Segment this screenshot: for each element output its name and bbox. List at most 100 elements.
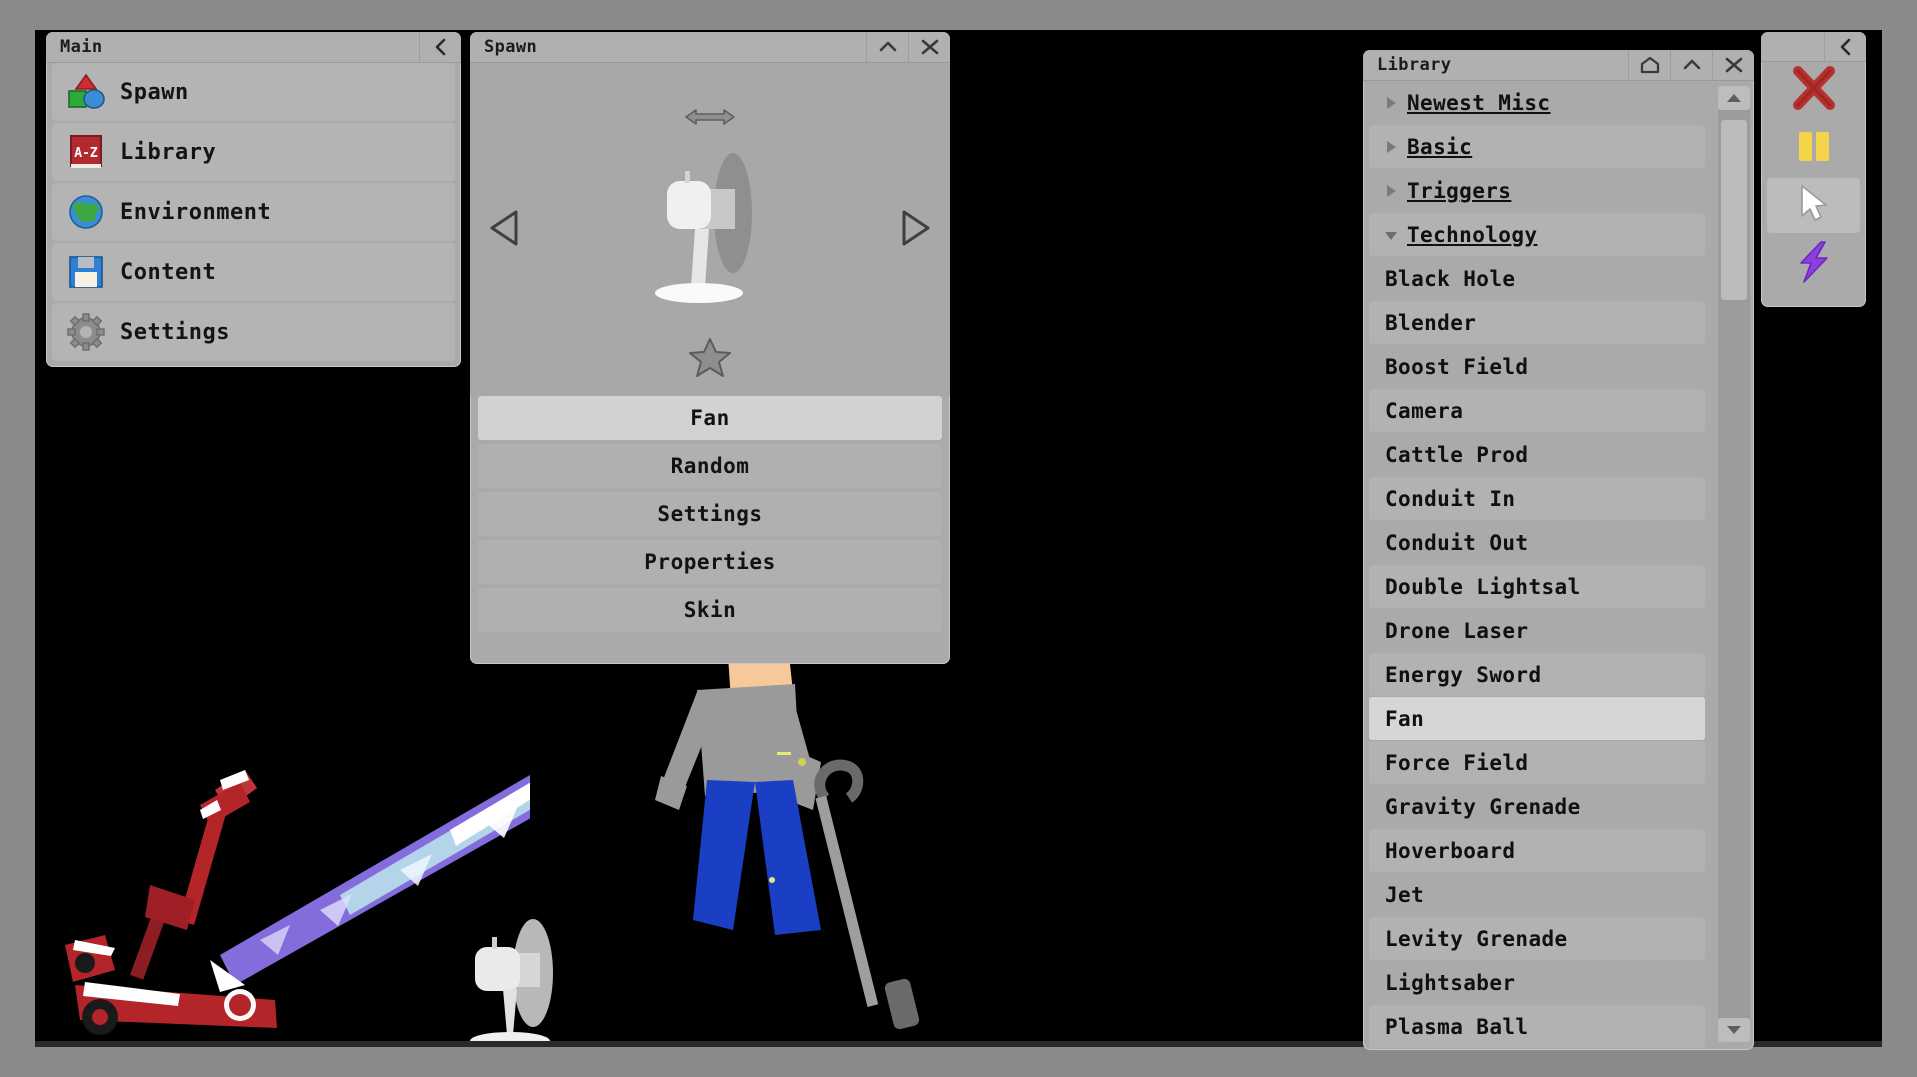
library-panel: Library Newest Misc Basic Triggers Techn… bbox=[1363, 50, 1754, 1050]
close-icon[interactable] bbox=[1712, 50, 1754, 80]
tool-panel-titlebar[interactable] bbox=[1761, 32, 1866, 62]
close-icon[interactable] bbox=[908, 32, 950, 62]
scroll-up-arrow-icon[interactable] bbox=[1718, 86, 1750, 110]
library-row-label: Triggers bbox=[1407, 178, 1512, 203]
chevron-up-icon[interactable] bbox=[866, 32, 908, 62]
library-panel-titlebar[interactable]: Library bbox=[1363, 50, 1754, 81]
svg-text:A-Z: A-Z bbox=[74, 146, 98, 161]
chevron-left-icon[interactable] bbox=[1824, 32, 1866, 61]
library-scrollbar[interactable] bbox=[1718, 86, 1750, 1042]
library-item-conduit-out[interactable]: Conduit Out bbox=[1369, 521, 1705, 564]
sidebar-item-settings[interactable]: Settings bbox=[52, 303, 455, 361]
library-item-energy-sword[interactable]: Energy Sword bbox=[1369, 653, 1705, 696]
library-category-basic[interactable]: Basic bbox=[1369, 125, 1705, 168]
spawn-button-skin[interactable]: Skin bbox=[478, 588, 942, 632]
spawn-preview-model bbox=[655, 153, 752, 304]
lightning-tool-button[interactable] bbox=[1767, 236, 1860, 291]
sidebar-item-library[interactable]: A-Z Library bbox=[52, 123, 455, 181]
library-item-hoverboard[interactable]: Hoverboard bbox=[1369, 829, 1705, 872]
library-item-jet[interactable]: Jet bbox=[1369, 873, 1705, 916]
pause-tool-button[interactable] bbox=[1767, 120, 1860, 175]
library-list[interactable]: Newest Misc Basic Triggers Technology Bl… bbox=[1363, 81, 1711, 1050]
library-row-label: Drone Laser bbox=[1385, 618, 1529, 643]
library-row-label: Conduit Out bbox=[1385, 530, 1529, 555]
library-row-label: Energy Sword bbox=[1385, 662, 1542, 687]
ragdoll-character bbox=[655, 636, 821, 935]
sidebar-item-label: Spawn bbox=[120, 79, 189, 105]
main-panel-title: Main bbox=[60, 37, 103, 57]
library-row-label: Black Hole bbox=[1385, 266, 1516, 291]
library-category-triggers[interactable]: Triggers bbox=[1369, 169, 1705, 212]
chevron-left-icon[interactable] bbox=[419, 32, 461, 62]
cattle-prod-tool bbox=[814, 759, 920, 1030]
library-item-black-hole[interactable]: Black Hole bbox=[1369, 257, 1705, 300]
triangle-down-icon bbox=[1375, 227, 1407, 243]
white-cursor-icon bbox=[1793, 182, 1835, 230]
shapes-icon bbox=[52, 73, 120, 111]
sidebar-item-label: Environment bbox=[120, 199, 272, 225]
triangle-left-icon[interactable] bbox=[488, 208, 522, 252]
red-scooter bbox=[65, 770, 277, 1035]
library-item-cattle-prod[interactable]: Cattle Prod bbox=[1369, 433, 1705, 476]
library-item-plasma-ball[interactable]: Plasma Ball bbox=[1369, 1005, 1705, 1048]
library-item-lightsaber[interactable]: Lightsaber bbox=[1369, 961, 1705, 1004]
library-item-gravity-grenade[interactable]: Gravity Grenade bbox=[1369, 785, 1705, 828]
library-row-label: Jet bbox=[1385, 882, 1425, 907]
scrollbar-thumb[interactable] bbox=[1721, 120, 1747, 300]
chevron-up-icon[interactable] bbox=[1670, 50, 1712, 80]
spawn-button-label: Random bbox=[670, 454, 750, 478]
library-row-label: Plasma Ball bbox=[1385, 1014, 1529, 1039]
library-row-label: Hoverboard bbox=[1385, 838, 1516, 863]
library-row-label: Boost Field bbox=[1385, 354, 1529, 379]
star-icon[interactable] bbox=[688, 336, 732, 382]
red-x-icon bbox=[1790, 65, 1838, 115]
sidebar-item-label: Library bbox=[120, 139, 217, 165]
library-item-double-lightsaber[interactable]: Double Lightsal bbox=[1369, 565, 1705, 608]
sidebar-item-content[interactable]: Content bbox=[52, 243, 455, 301]
library-category-newest-misc[interactable]: Newest Misc bbox=[1369, 81, 1705, 124]
library-item-drone-laser[interactable]: Drone Laser bbox=[1369, 609, 1705, 652]
spawn-panel-title: Spawn bbox=[484, 37, 538, 57]
spawn-button-label: Fan bbox=[690, 406, 730, 430]
spawn-button-label: Properties bbox=[644, 550, 776, 574]
library-category-technology[interactable]: Technology bbox=[1369, 213, 1705, 256]
purple-lightning-icon bbox=[1791, 239, 1837, 289]
spawn-button-random[interactable]: Random bbox=[478, 444, 942, 488]
spawn-button-properties[interactable]: Properties bbox=[478, 540, 942, 584]
spawn-button-settings[interactable]: Settings bbox=[478, 492, 942, 536]
library-item-levity-grenade[interactable]: Levity Grenade bbox=[1369, 917, 1705, 960]
spawn-preview-area[interactable] bbox=[470, 63, 950, 396]
energy-sword bbox=[210, 775, 530, 992]
fan-prop bbox=[470, 919, 553, 1047]
spawn-panel: Spawn Fan Random Settings Properties Ski… bbox=[470, 32, 950, 664]
scroll-down-arrow-icon[interactable] bbox=[1718, 1018, 1750, 1042]
library-item-fan[interactable]: Fan bbox=[1369, 697, 1705, 740]
triangle-right-icon bbox=[1375, 95, 1407, 111]
sidebar-item-spawn[interactable]: Spawn bbox=[52, 63, 455, 121]
sidebar-item-label: Content bbox=[120, 259, 217, 285]
library-item-portal[interactable]: Portal bbox=[1369, 1049, 1705, 1050]
sidebar-item-environment[interactable]: Environment bbox=[52, 183, 455, 241]
library-row-label: Force Field bbox=[1385, 750, 1529, 775]
library-panel-title: Library bbox=[1377, 55, 1452, 75]
gear-icon bbox=[52, 313, 120, 351]
library-row-label: Technology bbox=[1407, 222, 1538, 247]
main-panel-titlebar[interactable]: Main bbox=[46, 32, 461, 63]
home-icon[interactable] bbox=[1628, 50, 1670, 80]
delete-tool-button[interactable] bbox=[1767, 62, 1860, 117]
library-row-label: Conduit In bbox=[1385, 486, 1516, 511]
globe-icon bbox=[52, 193, 120, 231]
flip-horizontal-icon[interactable] bbox=[682, 105, 738, 133]
triangle-right-icon[interactable] bbox=[898, 208, 932, 252]
library-item-force-field[interactable]: Force Field bbox=[1369, 741, 1705, 784]
book-az-icon: A-Z bbox=[52, 133, 120, 171]
spawn-panel-titlebar[interactable]: Spawn bbox=[470, 32, 950, 63]
library-item-boost-field[interactable]: Boost Field bbox=[1369, 345, 1705, 388]
spawn-button-fan[interactable]: Fan bbox=[478, 396, 942, 440]
select-tool-button[interactable] bbox=[1767, 178, 1860, 233]
floppy-disk-icon bbox=[52, 253, 120, 291]
library-item-conduit-in[interactable]: Conduit In bbox=[1369, 477, 1705, 520]
library-item-blender[interactable]: Blender bbox=[1369, 301, 1705, 344]
library-item-camera[interactable]: Camera bbox=[1369, 389, 1705, 432]
library-row-label: Blender bbox=[1385, 310, 1477, 335]
